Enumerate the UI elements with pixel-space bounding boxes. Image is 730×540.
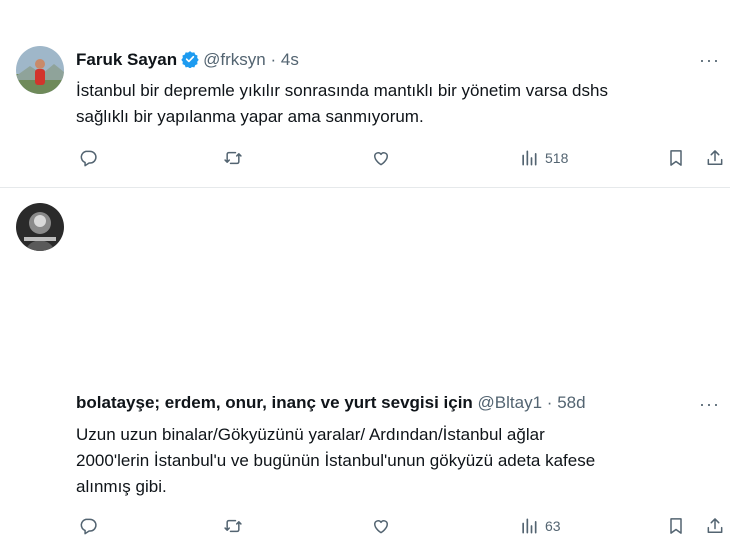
more-icon[interactable]: ··· [699,50,720,71]
reply-icon [80,150,97,167]
views-button[interactable]: 63 [519,512,561,540]
bookmark-icon [670,518,682,534]
views-icon [522,150,537,166]
views-button[interactable]: 518 [519,144,568,172]
action-bar: 63 [0,512,730,540]
reply-button[interactable] [78,144,98,172]
reply-button[interactable] [78,512,98,540]
share-icon [707,150,723,165]
action-bar: 518 [0,144,730,172]
tweet-header: bolatayşe; erdem, onur, inanç ve yurt se… [76,392,586,414]
author-name[interactable]: bolatayşe; erdem, onur, inanç ve yurt se… [76,393,473,412]
like-icon [374,520,388,534]
timestamp[interactable]: 4s [281,50,299,69]
share-button[interactable] [705,512,725,540]
bookmark-button[interactable] [666,512,686,540]
bookmark-icon [670,150,682,166]
tweet-1[interactable]: Faruk Sayan @frksyn · 4s ··· İstanbul bir… [0,0,730,187]
like-icon [374,152,388,166]
retweet-icon [224,519,242,533]
retweet-button[interactable] [223,512,243,540]
tweet-text: İstanbul bir depremle yıkılır sonrasında… [76,81,608,126]
avatar[interactable] [16,203,64,251]
tweet-text: Uzun uzun binalar/Gökyüzünü yaralar/ Ard… [76,425,596,496]
views-count: 63 [545,518,561,534]
author-name[interactable]: Faruk Sayan [76,50,177,69]
author-handle[interactable]: @frksyn [203,50,266,69]
reply-icon [80,518,97,535]
like-button[interactable] [371,512,391,540]
timestamp[interactable]: 58d [557,393,585,412]
like-button[interactable] [371,144,391,172]
share-icon [707,518,723,533]
views-count: 518 [545,150,569,166]
author-handle[interactable]: @Bltay1 [478,393,543,412]
share-button[interactable] [705,144,725,172]
dot-separator: · [546,393,553,412]
dot-separator: · [270,50,277,69]
verified-badge-icon [181,50,199,74]
views-icon [522,518,537,534]
tweet-header: Faruk Sayan @frksyn · 4s [76,49,299,74]
more-icon[interactable]: ··· [699,394,720,415]
tweet-2[interactable]: bolatayşe; erdem, onur, inanç ve yurt se… [0,188,730,535]
avatar[interactable] [16,46,64,94]
retweet-icon [224,151,242,165]
retweet-button[interactable] [223,144,243,172]
bookmark-button[interactable] [666,144,686,172]
